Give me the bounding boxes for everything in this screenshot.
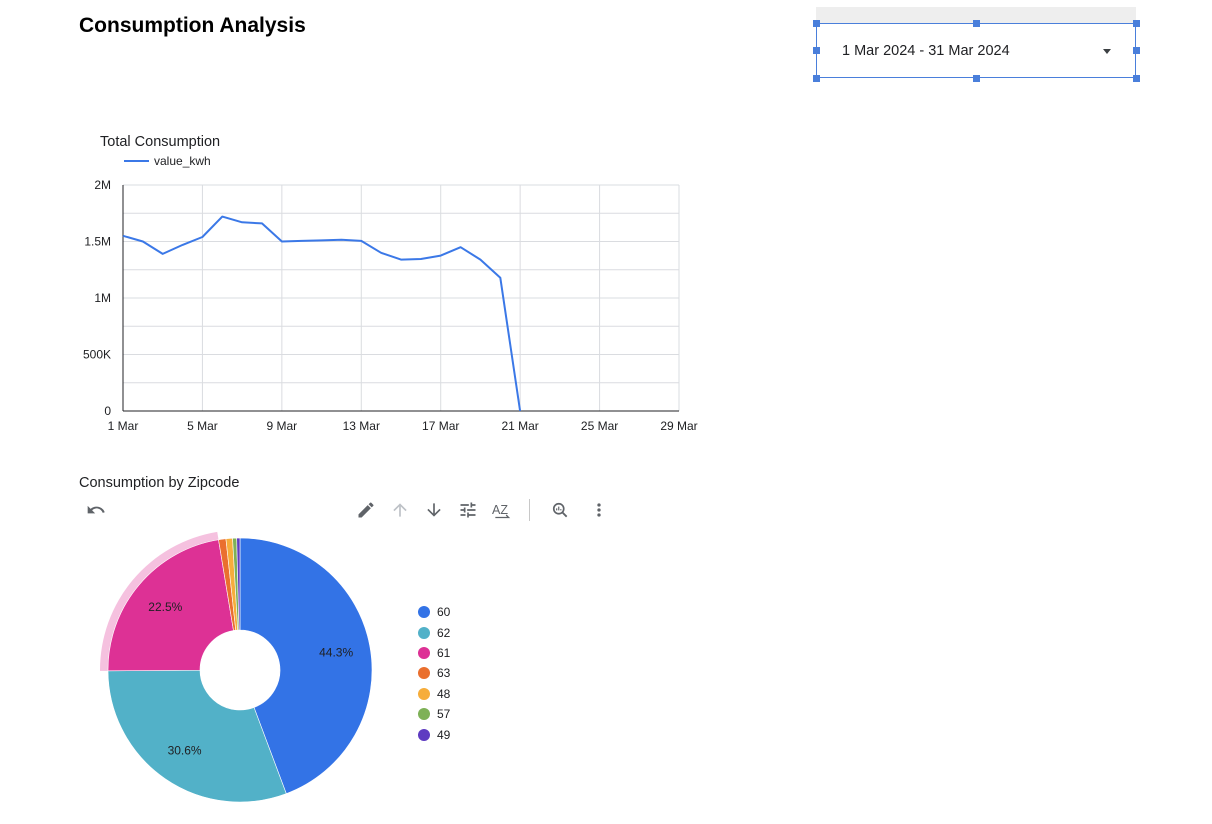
- pie-legend-label: 57: [437, 707, 451, 722]
- legend-dot-icon: [418, 687, 430, 700]
- pie-legend-item[interactable]: 49: [418, 724, 450, 744]
- pie-data-label: 30.6%: [168, 743, 202, 757]
- pie-legend-item[interactable]: 60: [418, 602, 450, 622]
- pie-chart: 44.3% 30.6% 22.5%: [99, 531, 373, 803]
- pie-legend-label: 48: [437, 686, 451, 701]
- legend-dot-icon: [418, 728, 430, 741]
- legend-dot-icon: [418, 708, 430, 721]
- pie-legend-item[interactable]: 57: [418, 704, 450, 724]
- pie-legend-item[interactable]: 48: [418, 684, 450, 704]
- legend-dot-icon: [418, 646, 430, 659]
- pie-legend-label: 62: [437, 625, 451, 640]
- pie-legend-label: 49: [437, 727, 451, 742]
- pie-data-label: 22.5%: [148, 600, 182, 614]
- pie-legend-label: 60: [437, 605, 451, 620]
- legend-dot-icon: [418, 606, 430, 619]
- pie-legend-item[interactable]: 63: [418, 663, 450, 683]
- pie-data-label: 44.3%: [319, 646, 353, 660]
- legend-dot-icon: [418, 667, 430, 680]
- pie-legend-label: 63: [437, 666, 451, 681]
- pie-legend: 60 62 61 63 48 57 49: [418, 602, 450, 745]
- pie-legend-item[interactable]: 62: [418, 622, 450, 642]
- pie-legend-label: 61: [437, 645, 451, 660]
- pie-legend-item[interactable]: 61: [418, 643, 450, 663]
- legend-dot-icon: [418, 626, 430, 639]
- pie-slice-62[interactable]: [107, 669, 287, 803]
